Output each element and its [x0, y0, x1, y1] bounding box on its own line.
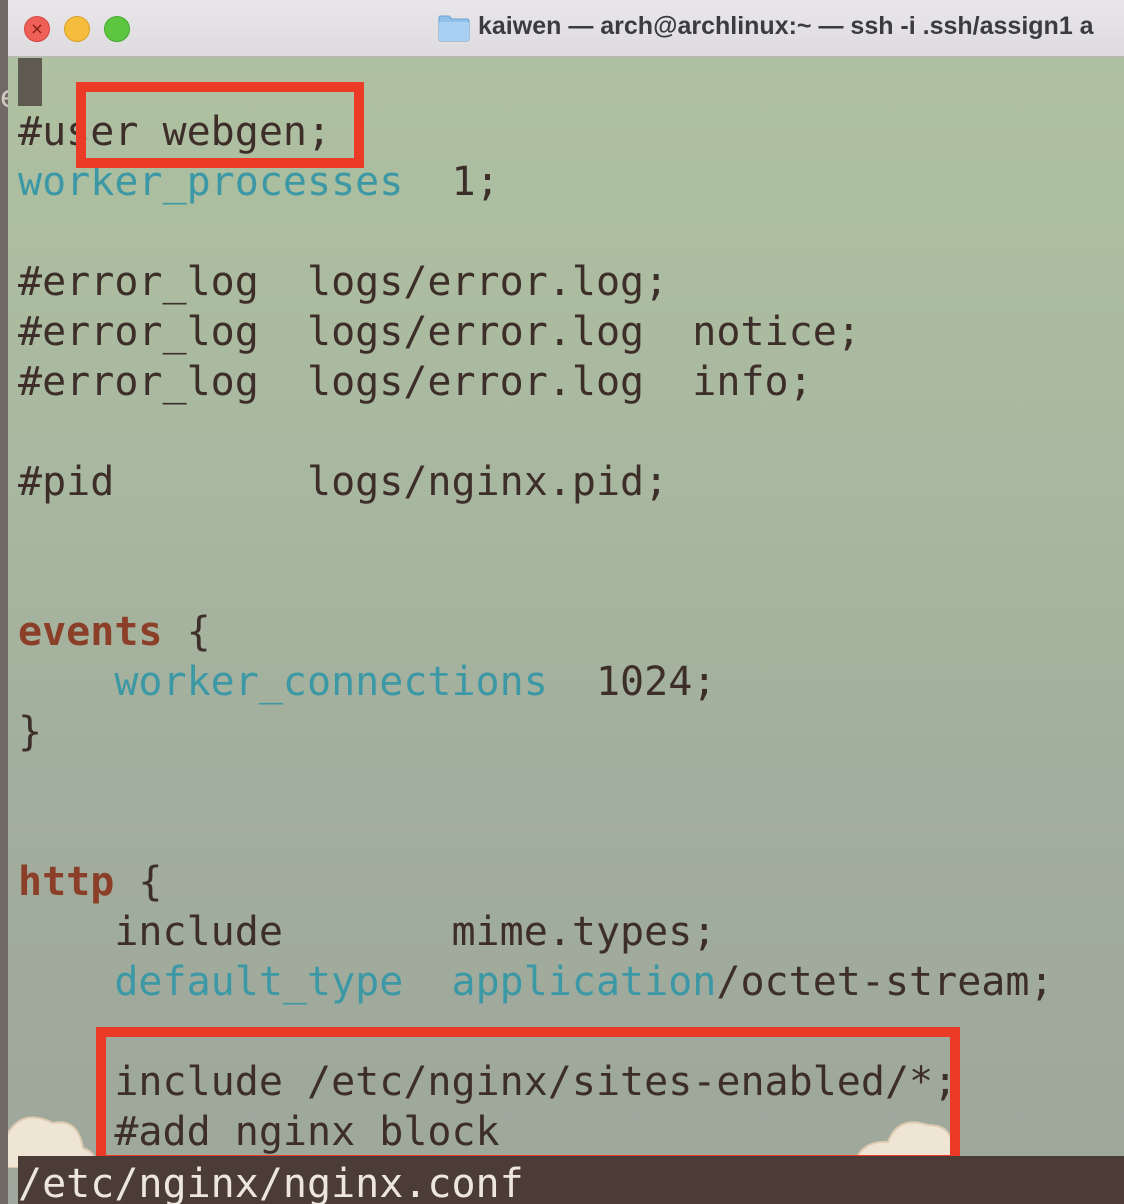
block-keyword: http	[18, 859, 115, 905]
mime-type-keyword: application	[451, 959, 717, 1005]
code-line-include-mime: include mime.types;	[18, 909, 717, 955]
highlight-box-include-line	[96, 1027, 960, 1165]
block-brace: {	[162, 609, 211, 655]
code-line-worker-connections: worker_connections 1024;	[18, 657, 716, 707]
code-line-events-close: }	[18, 709, 43, 755]
text-cursor	[18, 58, 42, 106]
directive-value: 1;	[403, 159, 500, 205]
directive-value: 1024;	[547, 659, 717, 705]
code-line-error-log-info: #error_log logs/error.log info;	[18, 359, 813, 405]
code-line-error-log-notice: #error_log logs/error.log notice;	[18, 309, 861, 355]
separator	[403, 959, 451, 1005]
block-brace: {	[114, 859, 163, 905]
folder-icon	[438, 15, 470, 42]
maximize-window-button[interactable]	[104, 16, 130, 42]
close-icon: ×	[30, 19, 44, 38]
close-window-button[interactable]: ×	[24, 16, 50, 42]
code-line-default-type: default_type application/octet-stream;	[18, 957, 1054, 1007]
directive-keyword: worker_connections	[114, 659, 548, 705]
code-line-pid: #pid logs/nginx.pid;	[18, 459, 669, 505]
mime-subtype: /octet-stream;	[716, 959, 1054, 1005]
code-line-http-open: http {	[18, 857, 163, 907]
directive-keyword: default_type	[114, 959, 404, 1005]
code-line-error-log: #error_log logs/error.log;	[18, 259, 669, 305]
terminal-window: × kaiwen — arch@archlinux:~ — ssh -i .ss…	[8, 0, 1124, 1204]
highlight-box-user-line	[76, 82, 364, 168]
code-line-events-open: events {	[18, 607, 211, 657]
block-keyword: events	[18, 609, 163, 655]
window-title: kaiwen — arch@archlinux:~ — ssh -i .ssh/…	[478, 12, 1094, 40]
title-bar: × kaiwen — arch@archlinux:~ — ssh -i .ss…	[8, 0, 1124, 57]
status-bar-filename: /etc/nginx/nginx.conf	[18, 1156, 1124, 1204]
minimize-window-button[interactable]	[64, 16, 90, 42]
